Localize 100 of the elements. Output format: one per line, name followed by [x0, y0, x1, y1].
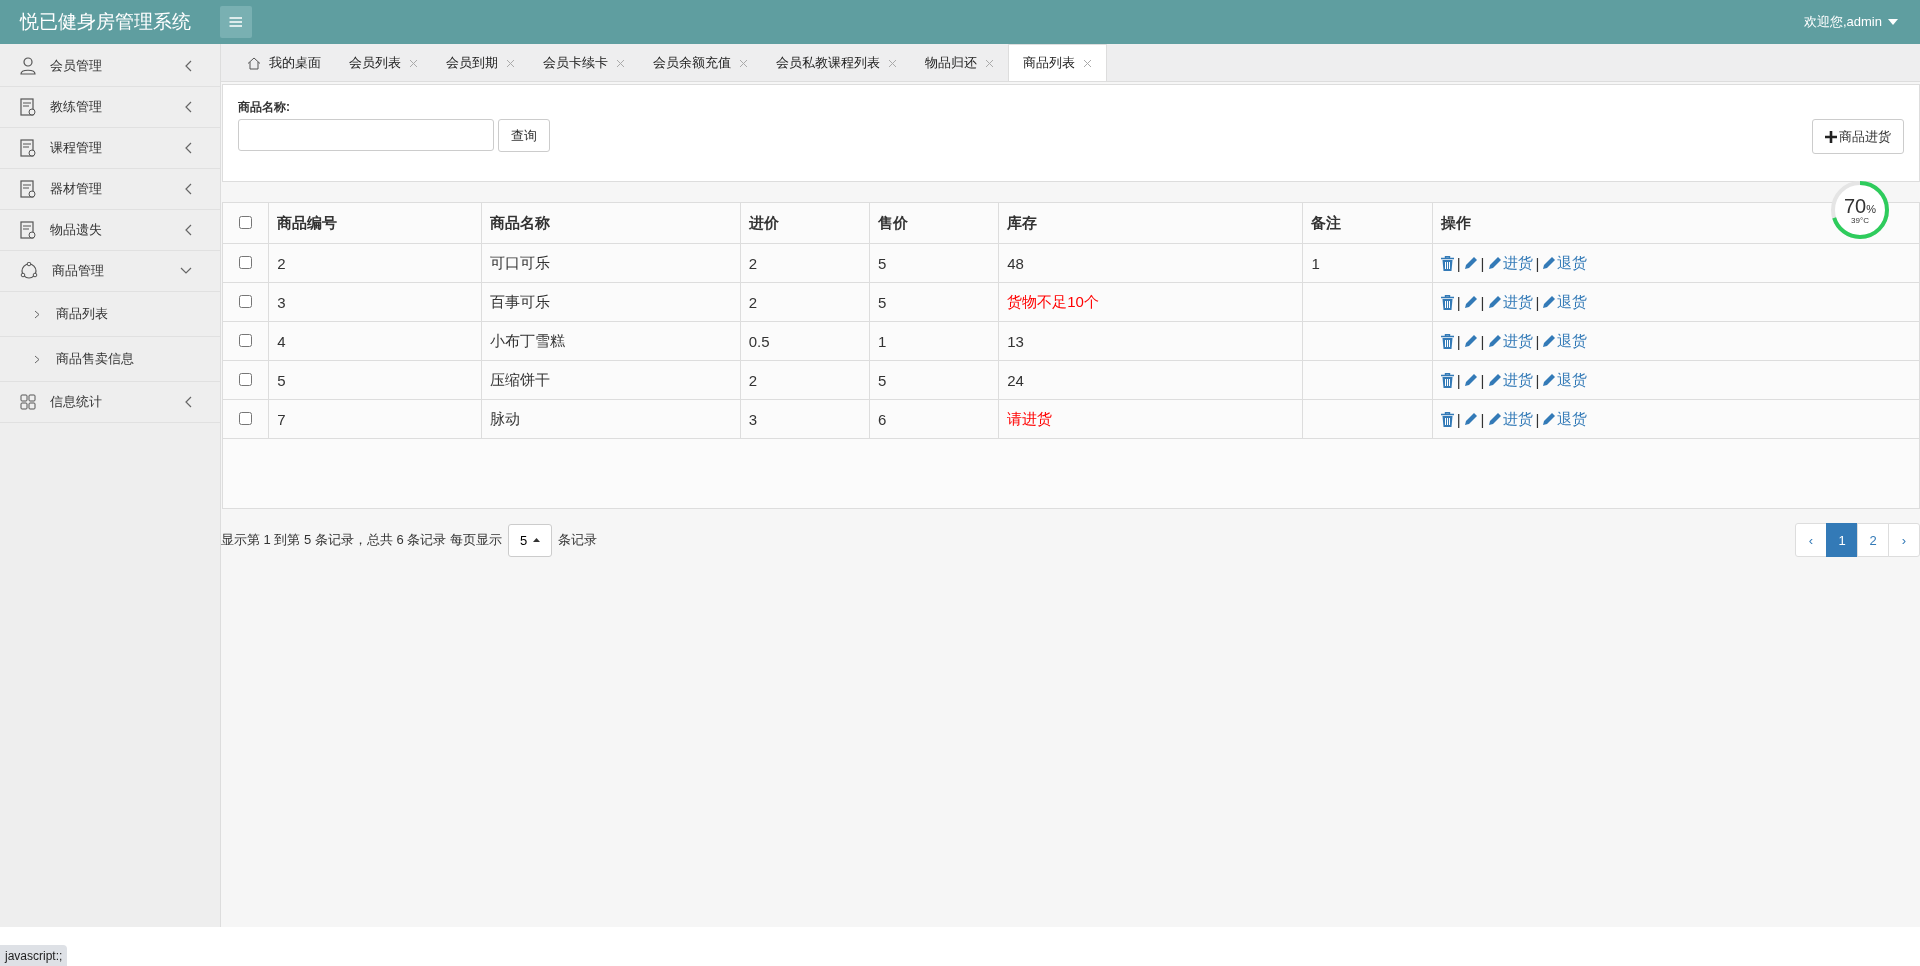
- sidebar-item[interactable]: 课程管理: [0, 128, 220, 169]
- tab[interactable]: 会员私教课程列表: [762, 45, 911, 81]
- separator: |: [1480, 332, 1485, 350]
- sidebar-item[interactable]: 商品管理: [0, 251, 220, 292]
- pencil-icon: [1542, 256, 1557, 270]
- table-cell: 5: [277, 371, 286, 389]
- chevron-right-icon: [34, 354, 40, 364]
- separator: |: [1535, 293, 1540, 311]
- action-link[interactable]: 进货: [1487, 409, 1533, 429]
- trash-icon[interactable]: [1440, 294, 1454, 310]
- row-checkbox[interactable]: [239, 372, 253, 386]
- tab[interactable]: 我的桌面: [233, 45, 335, 81]
- trash-icon[interactable]: [1440, 411, 1454, 427]
- query-button[interactable]: 查询: [498, 119, 550, 152]
- pencil-icon: [1487, 412, 1502, 426]
- action-link[interactable]: 进货: [1487, 370, 1533, 390]
- select-all-checkbox[interactable]: [239, 215, 253, 229]
- add-stock-button[interactable]: 商品进货: [1812, 119, 1904, 154]
- table-cell: 小布丁雪糕: [490, 331, 566, 349]
- pencil-icon[interactable]: [1463, 373, 1478, 387]
- sidebar-item[interactable]: 物品遗失: [0, 210, 220, 251]
- table-cell: 2: [277, 254, 286, 272]
- action-link[interactable]: 进货: [1487, 292, 1533, 312]
- action-link[interactable]: 进货: [1487, 331, 1533, 351]
- chevron-left-icon: [184, 142, 192, 154]
- table-cell: 货物不足10个: [1007, 292, 1099, 310]
- table-cell: 1: [1311, 254, 1320, 272]
- trash-icon[interactable]: [1440, 255, 1454, 271]
- chevron-left-icon: [184, 396, 192, 408]
- plus-icon: [1825, 130, 1837, 143]
- pencil-icon[interactable]: [1463, 295, 1478, 309]
- row-checkbox[interactable]: [239, 255, 253, 269]
- sidebar-subitem[interactable]: 商品售卖信息: [0, 337, 220, 382]
- table-cell: 可口可乐: [490, 253, 551, 271]
- separator: |: [1456, 293, 1461, 311]
- table-cell: 脉动: [490, 409, 521, 427]
- tab[interactable]: 商品列表: [1008, 44, 1107, 81]
- separator: |: [1456, 371, 1461, 389]
- row-checkbox[interactable]: [239, 333, 253, 347]
- pencil-icon: [1487, 334, 1502, 348]
- pencil-icon[interactable]: [1463, 412, 1478, 426]
- column-header: 商品名称: [481, 203, 741, 244]
- monitor-widget[interactable]: 70% 39°C: [1828, 178, 1892, 242]
- table-cell: 请进货: [1007, 409, 1053, 427]
- separator: |: [1456, 332, 1461, 350]
- table-cell: 1: [877, 332, 887, 350]
- table-cell: 7: [277, 410, 286, 428]
- tab[interactable]: 会员列表: [335, 45, 432, 81]
- status-bar-url: javascript:;: [0, 945, 68, 966]
- sidebar-item[interactable]: 会员管理: [0, 46, 220, 87]
- action-link[interactable]: 退货: [1542, 370, 1588, 390]
- trash-icon[interactable]: [1440, 333, 1454, 349]
- menu-icon: [229, 16, 243, 28]
- close-icon[interactable]: [1083, 58, 1092, 68]
- table-cell: 24: [1007, 371, 1024, 389]
- table-cell: 5: [877, 371, 887, 389]
- action-link[interactable]: 退货: [1542, 409, 1588, 429]
- row-checkbox[interactable]: [239, 294, 253, 308]
- separator: |: [1535, 371, 1540, 389]
- caret-icon: [1888, 19, 1898, 25]
- action-link[interactable]: 退货: [1542, 253, 1588, 273]
- pencil-icon: [1487, 295, 1502, 309]
- usage-value: 70%: [1844, 195, 1876, 216]
- action-link[interactable]: 退货: [1542, 331, 1588, 351]
- page-size-dropdown[interactable]: 5: [508, 523, 553, 557]
- field-label: 商品名称:: [238, 99, 291, 116]
- action-link[interactable]: 进货: [1487, 253, 1533, 273]
- separator: |: [1535, 332, 1540, 350]
- page-button[interactable]: 1: [1826, 523, 1858, 557]
- row-checkbox[interactable]: [239, 411, 253, 425]
- separator: |: [1480, 410, 1485, 428]
- tab[interactable]: 物品归还: [911, 45, 1008, 81]
- pencil-icon[interactable]: [1463, 256, 1478, 270]
- next-page-button[interactable]: ›: [1888, 523, 1920, 557]
- tab[interactable]: 会员余额充值: [639, 45, 762, 81]
- sidebar-item[interactable]: 教练管理: [0, 87, 220, 128]
- cycle-icon: [20, 262, 38, 280]
- tab[interactable]: 会员卡续卡: [529, 45, 639, 81]
- app-title: 悦已健身房管理系统: [20, 10, 192, 34]
- tab[interactable]: 会员到期: [432, 45, 529, 81]
- pencil-icon: [1487, 373, 1502, 387]
- table-cell: 48: [1007, 254, 1024, 272]
- column-header: 库存: [998, 203, 1303, 244]
- chevron-left-icon: [184, 101, 192, 113]
- sidebar-subitem[interactable]: 商品列表: [0, 292, 220, 337]
- pagination-info: 条记录: [558, 531, 598, 549]
- table-cell: 压缩饼干: [490, 370, 551, 388]
- trash-icon[interactable]: [1440, 372, 1454, 388]
- pencil-icon[interactable]: [1463, 334, 1478, 348]
- separator: |: [1456, 410, 1461, 428]
- action-link[interactable]: 退货: [1542, 292, 1588, 312]
- page-button[interactable]: 2: [1857, 523, 1889, 557]
- sidebar-item[interactable]: 器材管理: [0, 169, 220, 210]
- table-cell: 百事可乐: [490, 292, 551, 310]
- previous-page-button[interactable]: ‹: [1795, 523, 1827, 557]
- document-icon: [20, 180, 36, 198]
- separator: |: [1480, 293, 1485, 311]
- name-field[interactable]: [238, 119, 494, 151]
- sidebar-item[interactable]: 信息统计: [0, 382, 220, 423]
- column-header: 备注: [1302, 203, 1433, 244]
